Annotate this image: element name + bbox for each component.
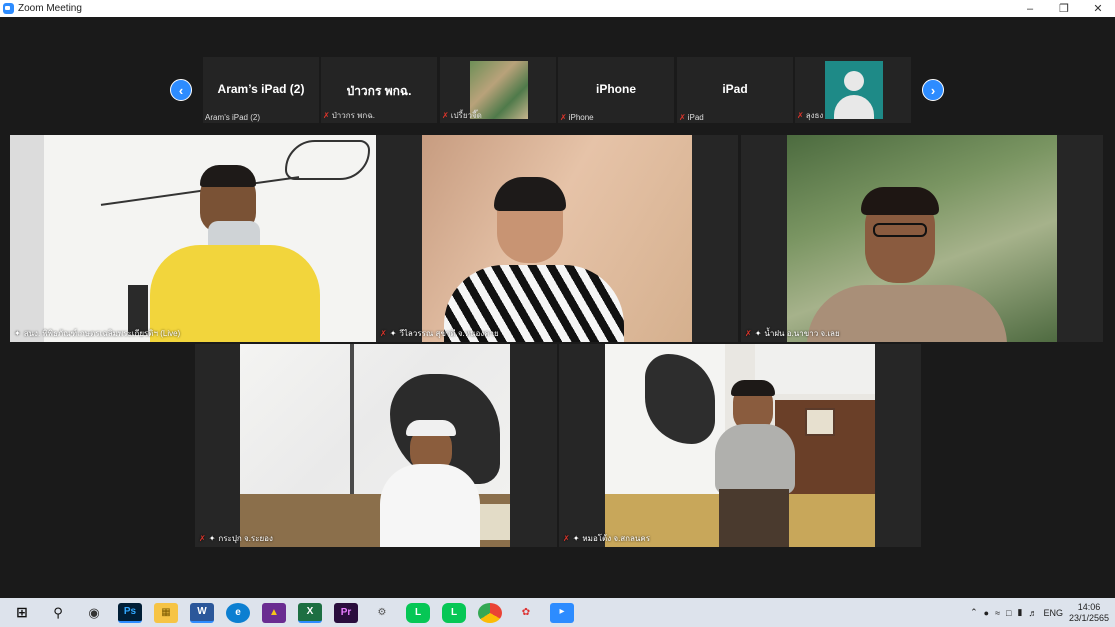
video-tile-museum[interactable]: ✦ สนง. พิพิธภัณฑ์เกษตรเฉลิมพระเกียรติฯ (L… xyxy=(10,135,376,342)
thumbnail-name: iPhone xyxy=(595,82,636,96)
chrome-icon[interactable] xyxy=(478,602,502,623)
battery-icon[interactable]: ▮ xyxy=(1017,607,1022,618)
thumbnail-caption-text: ป่าวกร พกฉ. xyxy=(331,111,375,120)
thumbnail-caption: ✗ ป่าวกร พกฉ. xyxy=(323,109,375,122)
video-feed xyxy=(605,344,875,547)
thumbnail-aram-ipad[interactable]: Aram’s iPad (2) Aram’s iPad (2) xyxy=(203,57,319,123)
thumbnail-caption-text: iPhone xyxy=(568,113,594,122)
camera-app-icon[interactable]: ◉ xyxy=(82,603,106,623)
close-button[interactable]: ✕ xyxy=(1081,0,1115,17)
chevron-up-icon[interactable]: ⌃ xyxy=(970,607,978,618)
mic-muted-icon: ✗ xyxy=(563,534,570,543)
search-icon[interactable]: ⚲ xyxy=(46,603,70,623)
line-app-icon[interactable]: L xyxy=(406,602,430,623)
thumbnail-caption-text: เปรี้ยวจี๊ด xyxy=(450,111,482,120)
mic-muted-icon: ✗ xyxy=(380,329,387,338)
thumbnail-name: ป่าวกร พกฉ. xyxy=(346,84,412,98)
thumbnail-pakawat[interactable]: ป่าวกร พกฉ. ✗ ป่าวกร พกฉ. xyxy=(321,57,437,123)
participant-name: น้ำฝน อ.นาขาว จ.เลย xyxy=(764,329,840,338)
window-title: Zoom Meeting xyxy=(18,3,82,14)
excel-icon[interactable]: X xyxy=(298,602,322,623)
mic-muted-icon: ✗ xyxy=(679,113,686,122)
participant-label: ✗ ✦ น้ำฝน อ.นาขาว จ.เลย xyxy=(745,327,840,340)
participant-label: ✗ ✦ กระปุก จ.ระยอง xyxy=(199,532,273,545)
word-icon[interactable]: W xyxy=(190,602,214,623)
thumbnail-caption-text: iPad xyxy=(687,113,704,122)
thumbnail-iphone[interactable]: iPhone ✗ iPhone xyxy=(558,57,674,123)
participant-name: วีไลวรรณ สุขาดี จ.หนองคาย xyxy=(399,329,499,338)
utility-app-icon[interactable]: ⚙ xyxy=(370,603,394,623)
previous-page-button[interactable]: ‹ xyxy=(170,79,192,101)
video-tile-mor-tong[interactable]: ✗ ✦ หมอโต้ง จ.สกลนคร xyxy=(559,344,921,547)
video-feed xyxy=(787,135,1057,342)
zoom-app-icon xyxy=(3,3,14,14)
participant-name: กระปุก จ.ระยอง xyxy=(218,534,273,543)
video-feed xyxy=(422,135,692,342)
restore-button[interactable]: ❐ xyxy=(1047,0,1081,17)
volume-icon[interactable]: ♬ xyxy=(1028,608,1037,618)
clock-date: 23/1/2565 xyxy=(1068,612,1109,623)
participant-label: ✗ ✦ หมอโต้ง จ.สกลนคร xyxy=(563,532,650,545)
windows-taskbar: ⊞ ⚲ ◉ Ps ▦ W e ▲ X Pr ⚙ L L ✿ ▸ ⌃ ● ≈ □ … xyxy=(0,598,1115,627)
thumbnail-priao-jeed[interactable]: ✗ เปรี้ยวจี๊ด xyxy=(440,57,556,123)
pin-icon: ✦ xyxy=(14,329,21,338)
start-windows-icon[interactable]: ⊞ xyxy=(10,603,34,623)
thumbnail-name: Aram’s iPad (2) xyxy=(217,82,305,96)
thumbnail-caption: ✗ iPad xyxy=(679,113,704,122)
edge-icon[interactable]: e xyxy=(226,602,250,623)
next-page-button[interactable]: › xyxy=(922,79,944,101)
video-tile-wilaiwan[interactable]: ✗ ✦ วีไลวรรณ สุขาดี จ.หนองคาย xyxy=(376,135,738,342)
mic-muted-icon: ✗ xyxy=(323,111,330,120)
thumbnail-lung-thong[interactable]: ✗ ลุงธง xyxy=(795,57,911,123)
mic-muted-icon: ✗ xyxy=(560,113,567,122)
clock-time: 14:06 xyxy=(1077,601,1101,612)
thumbnail-caption-text: Aram’s iPad (2) xyxy=(205,113,260,122)
participant-name: หมอโต้ง จ.สกลนคร xyxy=(582,534,651,543)
mic-muted-icon: ✗ xyxy=(199,534,206,543)
clock[interactable]: 14:06 23/1/2565 xyxy=(1069,602,1109,624)
default-avatar-icon xyxy=(825,61,883,119)
photoshop-icon[interactable]: Ps xyxy=(118,602,142,623)
mic-muted-icon: ✗ xyxy=(442,111,449,120)
premiere-icon[interactable]: Pr xyxy=(334,602,358,623)
mic-muted-icon: ✗ xyxy=(797,111,804,120)
system-tray: ⌃ ● ≈ □ ▮ ♬ ENG 14:06 23/1/2565 xyxy=(970,598,1109,627)
video-tile-krapuk[interactable]: ✗ ✦ กระปุก จ.ระยอง xyxy=(195,344,557,547)
video-tile-namfon[interactable]: ✗ ✦ น้ำฝน อ.นาขาว จ.เลย xyxy=(741,135,1103,342)
participant-label: ✦ สนง. พิพิธภัณฑ์เกษตรเฉลิมพระเกียรติฯ (L… xyxy=(14,327,180,340)
thumbnail-caption: Aram’s iPad (2) xyxy=(205,113,260,122)
video-feed xyxy=(240,344,510,547)
pin-icon: ✦ xyxy=(754,329,762,338)
gallery-app-icon[interactable]: ▲ xyxy=(262,602,286,623)
zoom-taskbar-icon[interactable]: ▸ xyxy=(550,602,574,623)
file-explorer-icon[interactable]: ▦ xyxy=(154,602,178,623)
thumbnail-ipad[interactable]: iPad ✗ iPad xyxy=(677,57,793,123)
participant-name: สนง. พิพิธภัณฑ์เกษตรเฉลิมพระเกียรติฯ (Li… xyxy=(23,329,181,338)
wifi-icon[interactable]: ≈ xyxy=(995,608,1000,618)
thumbnail-caption: ✗ iPhone xyxy=(560,113,594,122)
thumbnail-caption: ✗ เปรี้ยวจี๊ด xyxy=(442,109,482,122)
network-app-icon[interactable]: ✿ xyxy=(514,603,538,623)
line-app-icon-2[interactable]: L xyxy=(442,602,466,623)
pin-icon: ✦ xyxy=(389,329,397,338)
minimize-button[interactable]: – xyxy=(1013,0,1047,17)
window-controls: – ❐ ✕ xyxy=(1013,0,1115,17)
title-bar: Zoom Meeting – ❐ ✕ xyxy=(0,0,1115,17)
video-feed xyxy=(10,135,376,342)
thumbnail-name: iPad xyxy=(722,82,748,96)
thumbnail-caption: ✗ ลุงธง xyxy=(797,109,823,122)
notification-icon[interactable]: □ xyxy=(1006,608,1011,618)
pin-icon: ✦ xyxy=(208,534,216,543)
pin-icon: ✦ xyxy=(572,534,580,543)
participant-label: ✗ ✦ วีไลวรรณ สุขาดี จ.หนองคาย xyxy=(380,327,499,340)
thumbnail-caption-text: ลุงธง xyxy=(805,111,824,120)
microphone-icon[interactable]: ● xyxy=(984,608,989,618)
language-indicator[interactable]: ENG xyxy=(1043,608,1063,618)
meeting-area: ‹ Aram’s iPad (2) Aram’s iPad (2) ป่าวกร… xyxy=(0,17,1115,598)
mic-muted-icon: ✗ xyxy=(745,329,752,338)
